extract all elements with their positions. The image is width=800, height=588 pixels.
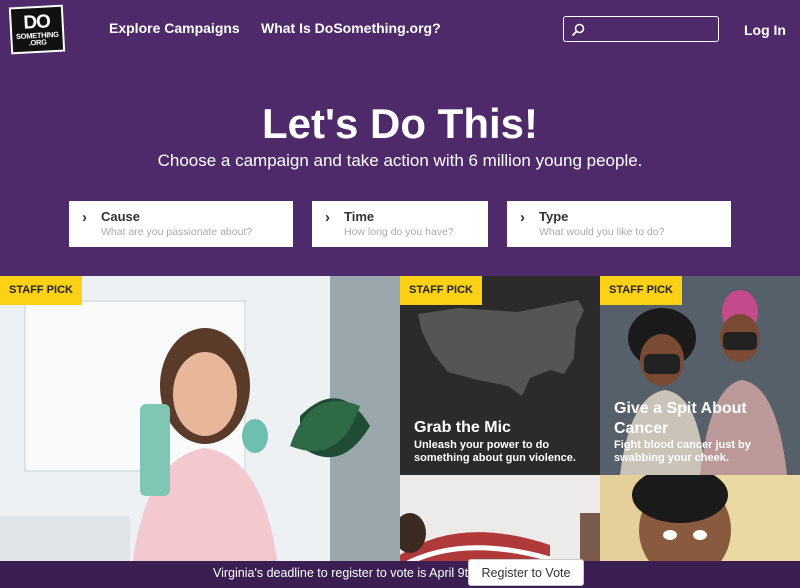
login-link[interactable]: Log In: [744, 22, 786, 38]
nav-what-is-dosomething[interactable]: What Is DoSomething.org?: [261, 20, 441, 36]
filter-description: What would you like to do?: [539, 226, 665, 238]
logo-line-3: .ORG: [28, 37, 47, 48]
chevron-right-icon: ›: [325, 209, 330, 226]
filter-title: Time: [344, 209, 375, 224]
staff-pick-badge: STAFF PICK: [0, 276, 82, 305]
search-box[interactable]: [563, 16, 719, 42]
dosomething-logo[interactable]: DO SOMETHING .ORG: [8, 4, 66, 55]
filter-title: Cause: [101, 209, 141, 224]
search-input[interactable]: [591, 22, 711, 36]
filter-type[interactable]: › Type What would you like to do?: [507, 201, 731, 247]
staff-pick-badge: STAFF PICK: [400, 276, 482, 305]
filter-description: What are you passionate about?: [101, 226, 253, 238]
top-nav: DO SOMETHING .ORG Explore Campaigns What…: [0, 0, 800, 60]
campaign-tile-give-a-spit[interactable]: STAFF PICK Give a Spit About Cancer Figh…: [600, 276, 800, 475]
chevron-right-icon: ›: [520, 209, 525, 226]
search-icon: [572, 23, 585, 36]
filter-title: Type: [539, 209, 569, 224]
staff-pick-badge: STAFF PICK: [600, 276, 682, 305]
campaign-tile-grab-the-mic[interactable]: STAFF PICK Grab the Mic Unleash your pow…: [400, 276, 600, 475]
logo-line-1: DO: [22, 10, 51, 34]
chevron-right-icon: ›: [82, 209, 87, 226]
nav-explore-campaigns[interactable]: Explore Campaigns: [109, 20, 240, 36]
campaign-description: Unleash your power to do something about…: [414, 439, 576, 464]
hero-subtitle: Choose a campaign and take action with 6…: [157, 151, 643, 170]
filter-time[interactable]: › Time How long do you have?: [312, 201, 488, 247]
featured-photo: [0, 276, 400, 588]
campaign-title: Give a Spit About Cancer: [614, 400, 747, 437]
voter-deadline-text: Virginia's deadline to register to vote …: [213, 566, 479, 580]
campaign-tile-featured[interactable]: STAFF PICK: [0, 276, 400, 588]
register-to-vote-button[interactable]: Register to Vote: [468, 559, 584, 586]
voter-registration-bar: Virginia's deadline to register to vote …: [0, 561, 800, 588]
filter-cause[interactable]: › Cause What are you passionate about?: [69, 201, 293, 247]
campaign-description: Fight blood cancer just by swabbing your…: [614, 439, 751, 464]
filter-description: How long do you have?: [344, 226, 454, 238]
hero-title: Let's Do This!: [262, 100, 538, 147]
campaign-title: Grab the Mic: [414, 419, 511, 436]
